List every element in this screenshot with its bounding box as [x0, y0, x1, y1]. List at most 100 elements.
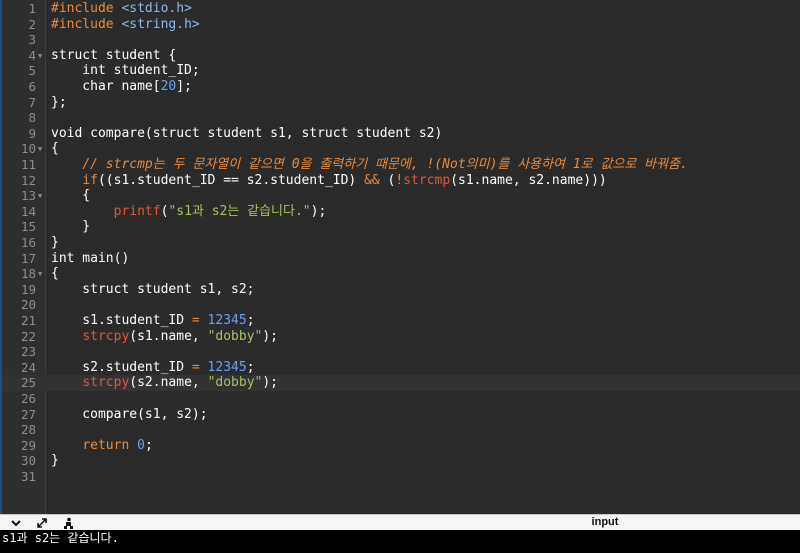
- code-line[interactable]: 30}: [2, 453, 800, 469]
- chevron-down-icon[interactable]: [8, 515, 24, 530]
- code-token: if: [82, 172, 98, 188]
- code-editor[interactable]: 1 #include <stdio.h> 2 #include <string.h> 3…: [0, 0, 800, 514]
- expand-arrows-icon[interactable]: [34, 515, 50, 530]
- code-text: printf("s1과 s2는 같습니다.");: [51, 203, 327, 220]
- code-line[interactable]: 2 #include <string.h>: [2, 17, 800, 33]
- fold-toggle-icon[interactable]: ▼: [38, 270, 42, 278]
- code-text: {: [51, 141, 59, 157]
- code-line[interactable]: 21 s1.student_ID = 12345;: [2, 313, 800, 329]
- code-token: strcpy: [82, 328, 130, 344]
- code-line[interactable]: 12 if((s1.student_ID == s2.student_ID) &…: [2, 173, 800, 189]
- code-line[interactable]: 13 ▼ {: [2, 188, 800, 204]
- code-token: char name[: [51, 79, 161, 94]
- line-number: 5: [28, 63, 36, 79]
- code-token: strcmp: [403, 172, 451, 188]
- code-text: int student_ID;: [51, 63, 199, 79]
- code-line[interactable]: 17 int main(): [2, 251, 800, 267]
- code-token: "dobby": [207, 375, 263, 391]
- code-token: #include: [51, 1, 122, 16]
- code-token: s2.student_ID: [51, 359, 192, 375]
- code-line[interactable]: 5 int student_ID;: [2, 63, 800, 79]
- code-text: struct student s1, s2;: [51, 282, 254, 298]
- input-label[interactable]: input: [580, 515, 630, 530]
- code-line[interactable]: 27 compare(s1, s2);: [2, 407, 800, 423]
- line-number: 10: [20, 141, 36, 157]
- code-line[interactable]: 19 struct student s1, s2;: [2, 282, 800, 298]
- code-line[interactable]: 14 printf("s1과 s2는 같습니다.");: [2, 204, 800, 220]
- line-number: 26: [20, 391, 36, 406]
- code-line[interactable]: 22 strcpy(s1.name, "dobby");: [2, 329, 800, 345]
- code-token: int main(): [51, 250, 130, 266]
- code-text: void compare(struct student s1, struct s…: [51, 126, 442, 142]
- code-line[interactable]: 25 strcpy(s2.name, "dobby");: [2, 375, 800, 391]
- code-token: =: [191, 313, 200, 328]
- line-number: 6: [28, 79, 36, 94]
- fold-toggle-icon[interactable]: ▼: [38, 192, 42, 200]
- code-token: struct student {: [51, 47, 177, 63]
- code-token: {: [51, 266, 59, 282]
- code-token: &&: [364, 172, 380, 188]
- code-line[interactable]: 28: [2, 422, 800, 438]
- code-line[interactable]: 15 }: [2, 219, 800, 235]
- code-token: #include: [51, 16, 122, 32]
- code-token: {: [51, 188, 91, 204]
- code-line[interactable]: 10 ▼ {: [2, 141, 800, 157]
- code-line[interactable]: 8: [2, 110, 800, 126]
- code-line[interactable]: 29 return 0;: [2, 438, 800, 454]
- code-text: strcpy(s1.name, "dobby");: [51, 329, 278, 345]
- code-text: strcpy(s2.name, "dobby");: [51, 375, 278, 391]
- code-token: (s2.name,: [129, 375, 208, 391]
- code-token: ];: [176, 79, 192, 94]
- code-token: // strcmp는 두 문자열이 같으면 0을 출력하기 때문에, !(Not…: [82, 157, 688, 172]
- run-person-icon[interactable]: [60, 515, 76, 530]
- code-line[interactable]: 26: [2, 391, 800, 407]
- code-text: return 0;: [51, 438, 152, 454]
- line-number: 22: [20, 328, 36, 344]
- line-number: 7: [28, 94, 36, 110]
- fold-toggle-icon[interactable]: ▼: [38, 52, 42, 60]
- line-number: 25: [20, 375, 36, 391]
- code-text: char name[20];: [51, 79, 192, 95]
- line-number: 3: [28, 32, 36, 48]
- code-token: }: [51, 219, 91, 235]
- line-number: 21: [20, 313, 36, 328]
- line-number: 17: [20, 250, 36, 266]
- code-line[interactable]: 7};: [2, 95, 800, 111]
- code-line[interactable]: 9 void compare(struct student s1, struct …: [2, 126, 800, 142]
- code-token: }: [51, 235, 59, 250]
- code-line[interactable]: 16}: [2, 235, 800, 251]
- code-token: compare(s1, s2);: [51, 406, 208, 422]
- code-text: {: [51, 266, 59, 282]
- code-line[interactable]: 18 ▼ {: [2, 266, 800, 282]
- code-line[interactable]: 23: [2, 344, 800, 360]
- code-text: int main(): [51, 251, 129, 267]
- code-line[interactable]: 24 s2.student_ID = 12345;: [2, 360, 800, 376]
- code-line[interactable]: 11 // strcmp는 두 문자열이 같으면 0을 출력하기 때문에, !(…: [2, 157, 800, 173]
- code-line[interactable]: 1 #include <stdio.h>: [2, 1, 800, 17]
- code-line[interactable]: 20: [2, 297, 800, 313]
- code-token: };: [51, 94, 67, 110]
- code-token: );: [262, 375, 279, 391]
- fold-toggle-icon[interactable]: ▼: [38, 145, 42, 153]
- code-line[interactable]: 4 ▼ struct student {: [2, 48, 800, 64]
- code-token: (: [379, 172, 396, 188]
- code-token: 12345: [207, 313, 247, 328]
- code-text: if((s1.student_ID == s2.student_ID) && (…: [51, 172, 606, 189]
- code-line[interactable]: 6 char name[20];: [2, 79, 800, 95]
- line-number: 31: [20, 469, 36, 484]
- code-token: <stdio.h>: [121, 1, 192, 16]
- line-number: 24: [20, 359, 36, 375]
- code-text: }: [51, 219, 90, 235]
- code-line[interactable]: 3: [2, 32, 800, 48]
- line-number: 27: [20, 406, 36, 422]
- code-token: );: [310, 203, 327, 219]
- code-line[interactable]: 31: [2, 469, 800, 485]
- code-token: s1.student_ID: [51, 313, 192, 328]
- line-number: 30: [20, 453, 36, 469]
- code-text: struct student {: [51, 48, 176, 64]
